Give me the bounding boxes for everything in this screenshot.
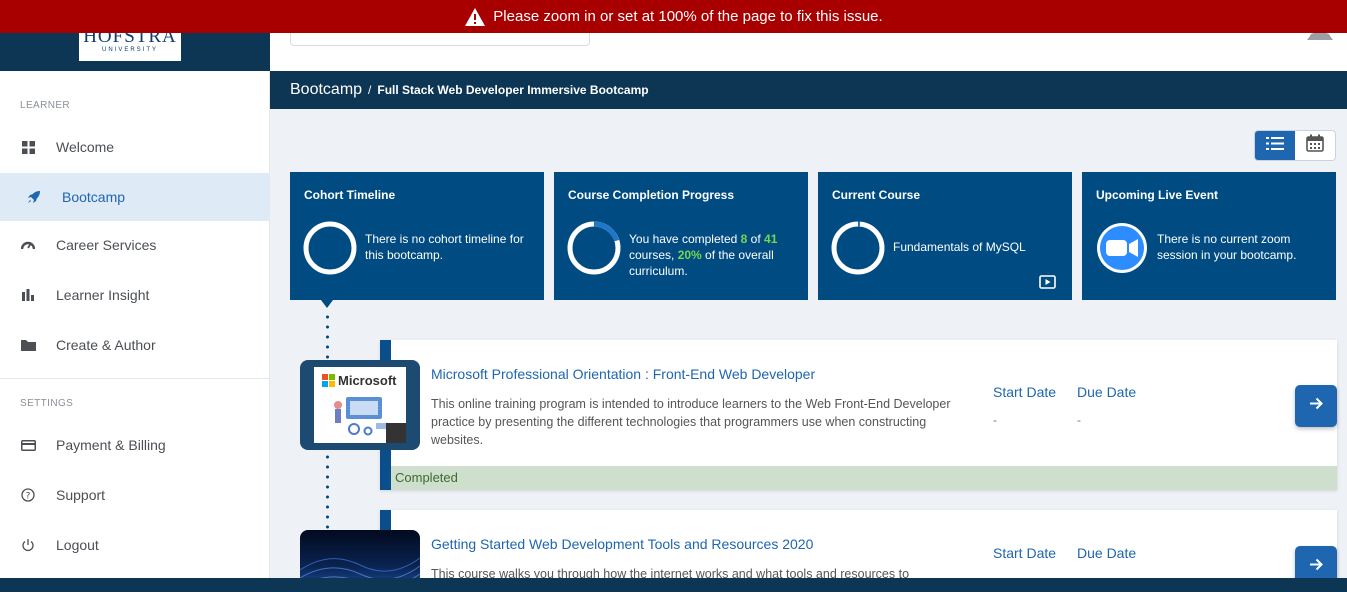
breadcrumb-current: Full Stack Web Developer Immersive Bootc…: [377, 83, 649, 97]
card-title: Upcoming Live Event: [1096, 188, 1219, 202]
microsoft-logo-icon: [322, 374, 335, 387]
zoom-warning-text: Please zoom in or set at 100% of the pag…: [493, 8, 883, 25]
start-date-label: Start Date: [993, 545, 1057, 561]
course-card[interactable]: Microsoft Professional Orientation : Fro…: [380, 340, 1337, 490]
course-completion-card: Course Completion Progress You have comp…: [554, 172, 808, 300]
play-video-icon[interactable]: [1039, 275, 1056, 294]
power-icon: [20, 537, 36, 553]
due-date-label: Due Date: [1077, 545, 1137, 561]
current-course-card[interactable]: Current Course Fundamentals of MySQL: [818, 172, 1072, 300]
credit-card-icon: [20, 437, 36, 453]
open-course-button[interactable]: [1295, 385, 1337, 427]
progress-text-pre: You have completed: [629, 232, 741, 246]
start-date-label: Start Date: [993, 384, 1057, 400]
card-title: Cohort Timeline: [304, 188, 396, 202]
sidebar-item-logout[interactable]: Logout: [0, 521, 270, 569]
bottom-bar: [0, 578, 1347, 592]
zoom-video-icon: [1096, 222, 1152, 278]
sidebar-item-learner-insight[interactable]: Learner Insight: [0, 271, 270, 319]
folder-icon: [20, 337, 36, 353]
view-toggle: [1254, 130, 1336, 161]
thumbnail-image: Microsoft: [314, 367, 406, 443]
timeline-pointer: [321, 300, 333, 308]
sidebar-item-label: Support: [56, 487, 106, 503]
zoom-warning-banner: Please zoom in or set at 100% of the pag…: [0, 0, 1347, 33]
sidebar-item-label: Bootcamp: [62, 189, 126, 205]
sidebar-item-label: Logout: [56, 537, 99, 553]
svg-text:?: ?: [26, 492, 31, 502]
sidebar-item-label: Welcome: [56, 139, 115, 155]
card-title: Current Course: [832, 188, 921, 202]
sidebar-item-payment-billing[interactable]: Payment & Billing: [0, 421, 270, 469]
sidebar: HOFSTRA UNIVERSITY LEARNER Welcome Bootc…: [0, 0, 270, 592]
breadcrumb: Bootcamp / Full Stack Web Developer Imme…: [270, 71, 1347, 109]
progress-text-mid: courses,: [629, 248, 678, 262]
sidebar-divider: [0, 378, 270, 379]
learner-section-heading: LEARNER: [20, 100, 71, 111]
list-view-button[interactable]: [1255, 131, 1295, 160]
list-icon: [1266, 136, 1284, 155]
settings-section-heading: SETTINGS: [20, 398, 74, 409]
card-text: There is no cohort timeline for this boo…: [365, 232, 524, 262]
total-count: 41: [764, 232, 778, 246]
developer-illustration: [334, 397, 386, 436]
sidebar-item-welcome[interactable]: Welcome: [0, 123, 270, 171]
microsoft-logo-text: Microsoft: [338, 373, 397, 388]
card-text: There is no current zoom session in your…: [1157, 232, 1297, 262]
cohort-timeline-card: Cohort Timeline There is no cohort timel…: [290, 172, 544, 300]
sidebar-item-bootcamp[interactable]: Bootcamp: [0, 173, 270, 221]
start-date-value: -: [993, 413, 997, 427]
due-date-label: Due Date: [1077, 384, 1137, 400]
progress-text-of: of: [747, 232, 765, 246]
course-title-link[interactable]: Getting Started Web Development Tools an…: [431, 536, 813, 552]
arrow-right-icon: [1309, 397, 1323, 415]
gauge-icon: [20, 237, 36, 253]
due-date-value: -: [1077, 413, 1081, 427]
warning-icon: [464, 7, 486, 27]
current-course-name[interactable]: Fundamentals of MySQL: [893, 239, 1065, 255]
upcoming-live-event-card: Upcoming Live Event There is no current …: [1082, 172, 1336, 300]
thumbnail-corner: [386, 423, 406, 443]
sidebar-item-create-author[interactable]: Create & Author: [0, 321, 270, 369]
current-course-ring-icon: [830, 220, 886, 276]
arrow-right-icon: [1309, 558, 1323, 576]
completion-percent: 20%: [677, 248, 702, 262]
status-badge: Completed: [391, 466, 1337, 490]
course-title-link[interactable]: Microsoft Professional Orientation : Fro…: [431, 366, 815, 382]
microsoft-logo: Microsoft: [322, 373, 397, 388]
sidebar-item-label: Learner Insight: [56, 287, 150, 303]
calendar-view-button[interactable]: [1295, 131, 1335, 160]
progress-ring: [566, 220, 622, 276]
logo-sub-text: UNIVERSITY: [101, 47, 158, 53]
sidebar-item-support[interactable]: ? Support: [0, 471, 270, 519]
rocket-icon: [26, 189, 42, 205]
calendar-icon: [1306, 134, 1324, 157]
sidebar-item-career-services[interactable]: Career Services: [0, 221, 270, 269]
course-thumbnail[interactable]: Microsoft: [300, 360, 420, 450]
help-circle-icon: ?: [20, 487, 36, 503]
bar-chart-icon: [20, 287, 36, 303]
grid-icon: [20, 139, 36, 155]
card-title: Course Completion Progress: [568, 188, 735, 202]
breadcrumb-root-link[interactable]: Bootcamp: [290, 81, 362, 99]
sidebar-item-label: Career Services: [56, 237, 157, 253]
course-description: This online training program is intended…: [431, 397, 951, 447]
sidebar-item-label: Create & Author: [56, 337, 156, 353]
breadcrumb-separator: /: [368, 83, 372, 97]
sidebar-item-label: Payment & Billing: [56, 437, 166, 453]
card-text: You have completed 8 of 41 courses, 20% …: [629, 231, 801, 279]
timeline-ring-icon: [302, 220, 358, 276]
